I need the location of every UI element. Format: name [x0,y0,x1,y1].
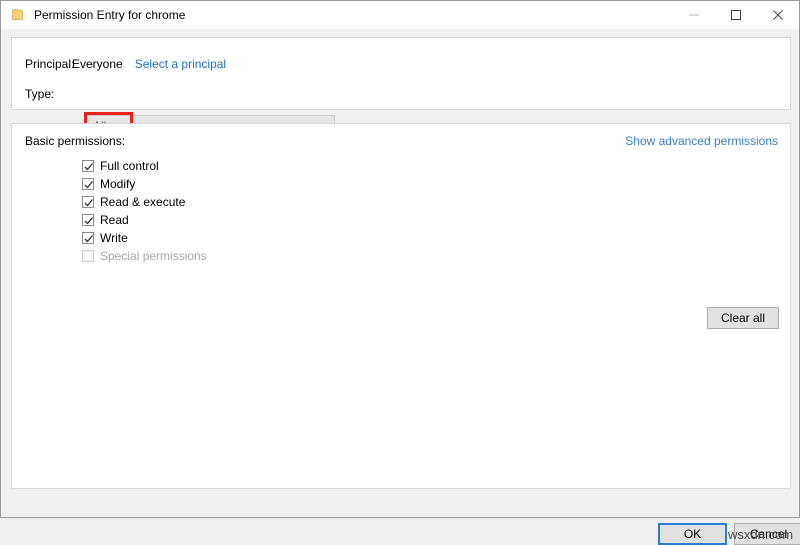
show-advanced-permissions-link[interactable]: Show advanced permissions [625,134,778,148]
checkbox-full-control[interactable] [82,160,94,172]
principal-value: Everyone [72,57,123,71]
checkbox-special-permissions [82,250,94,262]
dialog-body: Principal: Everyone Select a principal T… [1,29,800,545]
permission-label: Special permissions [100,249,207,263]
checkbox-write[interactable] [82,232,94,244]
permission-row-special-permissions: Special permissions [82,247,207,265]
permission-label: Full control [100,159,159,173]
checkbox-read-execute[interactable] [82,196,94,208]
window-title: Permission Entry for chrome [34,8,186,22]
checkbox-read[interactable] [82,214,94,226]
type-row: Type: [25,87,72,101]
close-icon[interactable] [757,1,799,29]
permissions-list: Full control Modify Read & execute Read … [82,157,207,265]
basic-permissions-label: Basic permissions: [25,134,126,148]
permission-row-modify[interactable]: Modify [82,175,207,193]
type-label: Type: [25,87,55,101]
basic-permissions-panel: Basic permissions: Show advanced permiss… [11,123,791,489]
minimize-icon[interactable] [673,1,715,29]
principal-row: Principal: Everyone Select a principal [25,57,226,71]
permission-label: Write [100,231,128,245]
title-bar: Permission Entry for chrome [1,1,799,29]
permission-row-write[interactable]: Write [82,229,207,247]
ok-button[interactable]: OK [658,523,727,545]
window-controls [673,1,799,29]
checkbox-modify[interactable] [82,178,94,190]
permission-row-full-control[interactable]: Full control [82,157,207,175]
principal-panel: Principal: Everyone Select a principal T… [11,37,791,139]
principal-label: Principal: [25,57,75,71]
permission-label: Modify [100,177,136,191]
permission-row-read-execute[interactable]: Read & execute [82,193,207,211]
select-a-principal-link[interactable]: Select a principal [135,57,226,71]
maximize-icon[interactable] [715,1,757,29]
clear-all-button[interactable]: Clear all [707,307,779,329]
folder-icon [10,7,26,23]
cancel-button[interactable]: Cancel [734,523,800,545]
permission-row-read[interactable]: Read [82,211,207,229]
permission-label: Read [100,213,129,227]
permission-entry-dialog: Permission Entry for chrome Principal: E… [0,0,800,545]
permission-label: Read & execute [100,195,186,209]
